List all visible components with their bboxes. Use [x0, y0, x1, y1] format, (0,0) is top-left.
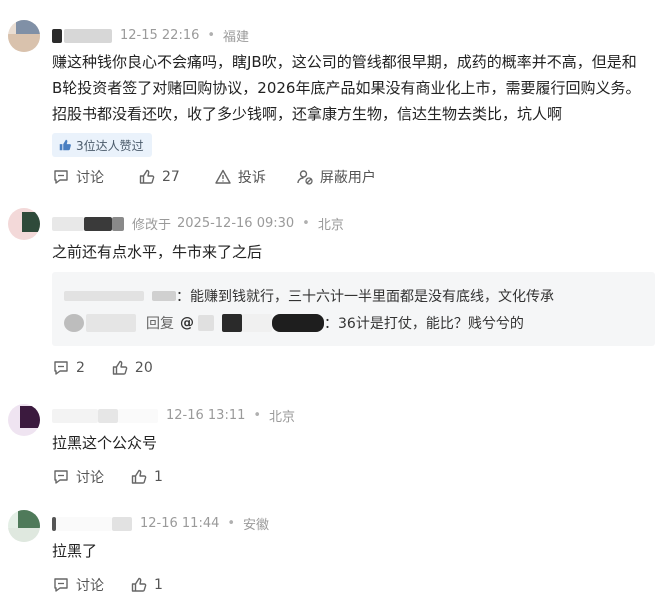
reply-label: 回复	[146, 316, 174, 332]
comment-location: 北京	[269, 410, 296, 425]
discuss-label: 讨论	[76, 470, 104, 486]
comment-meta: 12-16 13:11 • 北京	[52, 406, 295, 425]
reply-text: 能赚到钱就行，三十六计一半里面都是没有底线，文化传承	[190, 289, 554, 305]
reply-separator: ：	[176, 289, 190, 305]
comment-time: 12-15 22:16	[120, 28, 200, 43]
comment-text: 赚这种钱你良心不会痛吗，瞎JB吹，这公司的管线都很早期，成药的概率并不高，但是和…	[52, 53, 641, 123]
like-button[interactable]: 27	[138, 168, 180, 186]
reply-box: ： 能赚到钱就行，三十六计一半里面都是没有底线，文化传承 回复 @ ： 36计是…	[52, 272, 655, 346]
reply-username[interactable]	[64, 291, 144, 301]
comment-meta: 12-15 22:16 • 福建	[52, 26, 249, 45]
avatar[interactable]	[8, 208, 40, 240]
reply-item[interactable]: ： 能赚到钱就行，三十六计一半里面都是没有底线，文化传承	[64, 286, 645, 306]
block-user-button[interactable]: 屏蔽用户	[296, 167, 376, 187]
thumb-up-icon	[131, 577, 147, 592]
discuss-button[interactable]: 2	[52, 359, 85, 377]
warning-icon	[215, 169, 231, 184]
mention-at[interactable]: @	[180, 315, 194, 331]
meta-dot: •	[227, 516, 236, 531]
comment-meta: 修改于 2025-12-16 09:30 • 北京	[52, 214, 344, 233]
comment-actions: 讨论 27 投诉 屏蔽用户	[52, 167, 376, 187]
thumb-up-icon	[139, 169, 155, 184]
like-count: 20	[134, 360, 153, 376]
reply-separator: ：	[324, 316, 338, 332]
comment-location: 福建	[223, 30, 250, 45]
chat-bubble-icon	[54, 361, 68, 375]
reply-username[interactable]	[86, 314, 136, 332]
comment-meta: 12-16 11:44 • 安徽	[52, 514, 269, 533]
thumb-up-icon	[131, 469, 147, 484]
discuss-label: 讨论	[76, 170, 104, 186]
thumb-up-icon	[112, 360, 128, 375]
like-button[interactable]: 1	[130, 468, 163, 486]
comment-time: 2025-12-16 09:30	[177, 216, 295, 231]
discuss-button[interactable]: 讨论	[52, 167, 104, 187]
username[interactable]	[52, 216, 124, 231]
discuss-button[interactable]: 讨论	[52, 575, 104, 595]
like-count: 1	[154, 577, 163, 593]
comment-text: 拉黑了	[52, 542, 98, 560]
meta-dot: •	[253, 408, 262, 423]
modified-prefix: 修改于	[132, 218, 172, 233]
expert-likes-label: 3位达人赞过	[76, 138, 144, 153]
comment-count: 2	[76, 360, 85, 376]
comment-location: 北京	[317, 218, 344, 233]
reply-item[interactable]: 回复 @ ： 36计是打仗，能比？贱兮兮的	[64, 313, 645, 333]
comment-text: 拉黑这个公众号	[52, 434, 158, 452]
discuss-button[interactable]: 讨论	[52, 467, 104, 487]
expert-likes-tag[interactable]: 3位达人赞过	[52, 133, 152, 157]
reply-text: 36计是打仗，能比？贱兮兮的	[338, 316, 524, 332]
report-button[interactable]: 投诉	[214, 167, 266, 187]
thumb-up-icon	[59, 139, 71, 151]
avatar[interactable]	[8, 404, 40, 436]
comment-location: 安徽	[243, 518, 270, 533]
avatar[interactable]	[8, 20, 40, 52]
like-count: 27	[162, 169, 180, 185]
like-button[interactable]: 1	[130, 576, 163, 594]
comment-actions: 讨论 1	[52, 467, 163, 487]
block-user-label: 屏蔽用户	[319, 170, 376, 186]
username[interactable]	[52, 516, 132, 531]
username[interactable]	[52, 28, 112, 43]
comment-text: 之前还有点水平，牛市来了之后	[52, 243, 263, 261]
like-count: 1	[154, 469, 163, 485]
meta-dot: •	[207, 28, 216, 43]
comment-actions: 2 20	[52, 359, 153, 377]
block-user-icon	[297, 170, 313, 185]
discuss-label: 讨论	[76, 578, 104, 594]
chat-bubble-icon	[54, 170, 68, 184]
username[interactable]	[52, 408, 158, 423]
comment-actions: 讨论 1	[52, 575, 163, 595]
comment-time: 12-16 11:44	[140, 516, 220, 531]
report-label: 投诉	[237, 170, 266, 186]
comment-time: 12-16 13:11	[166, 408, 246, 423]
meta-dot: •	[302, 216, 310, 231]
chat-bubble-icon	[54, 578, 68, 592]
like-button[interactable]: 20	[111, 359, 153, 377]
chat-bubble-icon	[54, 470, 68, 484]
avatar[interactable]	[64, 314, 84, 332]
avatar[interactable]	[8, 510, 40, 542]
